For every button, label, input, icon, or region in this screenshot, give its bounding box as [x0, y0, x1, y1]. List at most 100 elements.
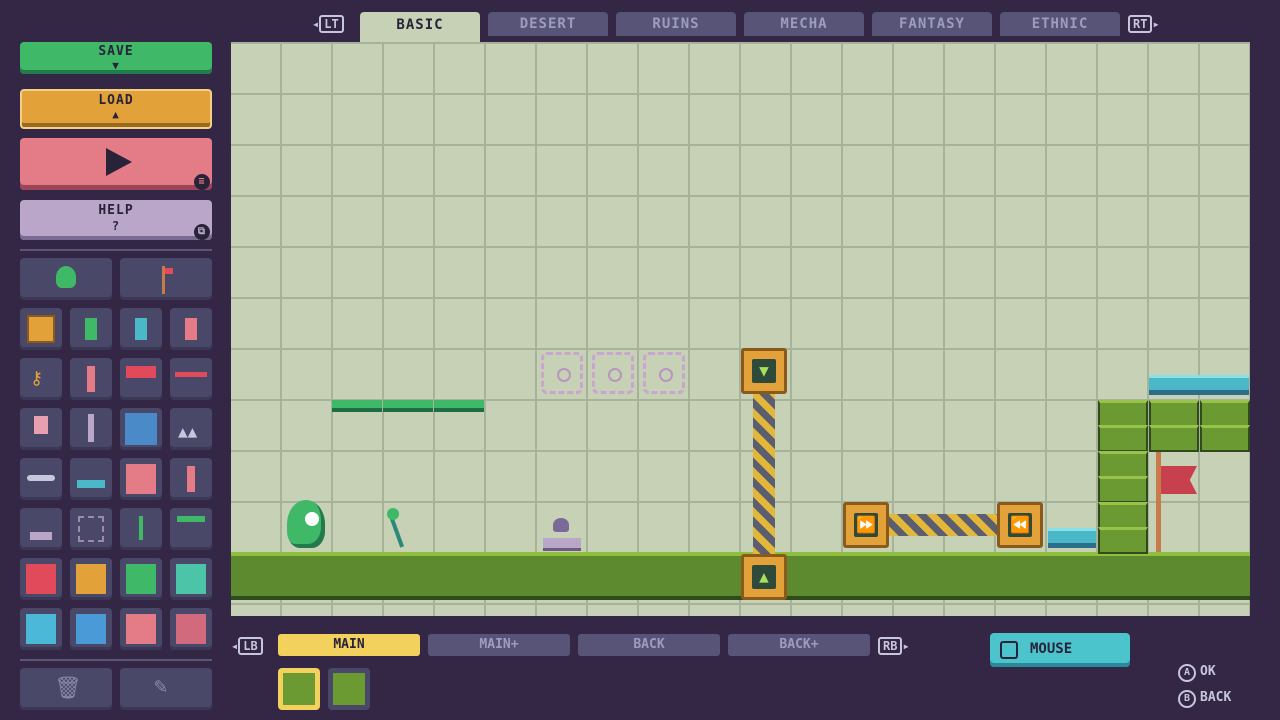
palette-red-sign[interactable]: [120, 358, 162, 400]
grass-brick: [1149, 400, 1199, 427]
layer-tab-back[interactable]: BACK: [578, 634, 720, 656]
palette-conveyor-crate[interactable]: [70, 558, 112, 600]
palette-pillar[interactable]: [70, 358, 112, 400]
layer-tab-back-plus[interactable]: BACK+: [728, 634, 870, 656]
green-jar-icon: [85, 318, 97, 340]
palette-fish[interactable]: [20, 458, 62, 500]
brick-tile-2-icon: [333, 673, 365, 705]
conveyor-crate-icon: [76, 564, 106, 594]
load-button[interactable]: LOAD ▲: [20, 89, 212, 129]
lt-button[interactable]: ◂ LT: [312, 15, 344, 33]
grass-brick: [1098, 425, 1148, 452]
palette-blue-trap[interactable]: [20, 608, 62, 650]
down-arrow-icon: ▼: [112, 59, 120, 72]
tab-desert[interactable]: DESERT: [488, 12, 608, 36]
checkbox-icon: [1000, 641, 1018, 659]
forward-icon: ⏩: [854, 513, 878, 537]
palette-pink-pillar[interactable]: [170, 458, 212, 500]
palette-red-robot[interactable]: [20, 558, 62, 600]
palette-lever[interactable]: [120, 508, 162, 550]
floor-button: [543, 538, 581, 551]
palette-spike-pink[interactable]: [20, 408, 62, 450]
save-button[interactable]: SAVE ▼: [20, 42, 212, 74]
layer-tab-main-plus[interactable]: MAIN+: [428, 634, 570, 656]
palette-cyan-pad[interactable]: [70, 458, 112, 500]
delete-button[interactable]: 🗑: [20, 668, 112, 710]
rewind-icon: ⏪: [1008, 513, 1032, 537]
tab-mecha[interactable]: MECHA: [744, 12, 864, 36]
play-icon: [106, 148, 132, 176]
blue-trap-2-icon: [76, 614, 106, 644]
question-icon: ?: [111, 219, 121, 233]
palette-green-jar[interactable]: [70, 308, 112, 350]
key-icon: ⚷: [30, 368, 44, 389]
pink-trap-icon: [126, 614, 156, 644]
palette-red-jar[interactable]: [170, 308, 212, 350]
lb-button[interactable]: ◂ LB: [231, 637, 263, 655]
palette-pink-trap-2[interactable]: [170, 608, 212, 650]
palette-ghost-block[interactable]: [70, 508, 112, 550]
lever-icon: [139, 516, 143, 540]
palette-blue-jar[interactable]: [120, 308, 162, 350]
palette-spike-purple[interactable]: [70, 408, 112, 450]
rt-button[interactable]: RT ▸: [1128, 15, 1160, 33]
red-strip-icon: [175, 372, 207, 377]
hint-ok: A OK: [1178, 664, 1216, 682]
spike-thin-icon: [88, 414, 94, 442]
palette-key[interactable]: ⚷: [20, 358, 62, 400]
help-button[interactable]: HELP ? ⧉: [20, 200, 212, 240]
green-platform-icon: [177, 516, 205, 522]
up-arrow-icon: ▲: [112, 108, 120, 121]
rb-button[interactable]: RB ▸: [878, 637, 910, 655]
tab-ethnic[interactable]: ETHNIC: [1000, 12, 1120, 36]
eraser-button[interactable]: ✎: [120, 668, 212, 710]
palette-blue-trap-2[interactable]: [70, 608, 112, 650]
palette-teal-trap[interactable]: [170, 558, 212, 600]
goal-flag-pole: [1156, 452, 1161, 552]
red-jar-icon: [185, 318, 197, 340]
goal-flag-icon: [1161, 466, 1197, 494]
piston-right-crate: ⏪: [997, 502, 1043, 548]
palette-pink-trap[interactable]: [120, 608, 162, 650]
ghost-block: [592, 352, 634, 394]
palette-red-strip[interactable]: [170, 358, 212, 400]
grass-brick: [1200, 425, 1250, 452]
blue-trap-icon: [26, 614, 56, 644]
palette-door[interactable]: [120, 408, 162, 450]
palette-flag[interactable]: [120, 258, 212, 300]
b-button-icon: B: [1178, 690, 1196, 708]
tab-ruins[interactable]: RUINS: [616, 12, 736, 36]
flag-cloth-icon: [165, 268, 173, 274]
pillar-icon: [87, 366, 95, 392]
palette-player[interactable]: [20, 258, 112, 300]
pink-trap-2-icon: [176, 614, 206, 644]
green-trap-icon: [126, 564, 156, 594]
tile-option-selected[interactable]: [278, 668, 320, 710]
palette-pink-block[interactable]: [120, 458, 162, 500]
player-icon: [56, 266, 76, 288]
layer-tab-main[interactable]: MAIN: [278, 634, 420, 656]
pink-block-icon: [126, 464, 156, 494]
palette-button[interactable]: [20, 508, 62, 550]
palette-green-platform[interactable]: [170, 508, 212, 550]
player-eye-icon: [305, 512, 319, 526]
play-button[interactable]: ≡: [20, 138, 212, 190]
crate-icon: [27, 315, 55, 343]
teal-trap-icon: [176, 564, 206, 594]
cyan-pad-icon: [77, 480, 105, 488]
tab-fantasy[interactable]: FANTASY: [872, 12, 992, 36]
palette-green-trap[interactable]: [120, 558, 162, 600]
level-grid[interactable]: ▼ ▲ ⏩ ⏪: [231, 42, 1250, 616]
tile-option[interactable]: [328, 668, 370, 710]
tab-basic[interactable]: BASIC: [360, 12, 480, 42]
grass-brick: [1200, 400, 1250, 427]
ghost-block: [541, 352, 583, 394]
grass-brick: [1098, 502, 1148, 529]
palette-spikes[interactable]: ▲▲: [170, 408, 212, 450]
green-platform: [332, 400, 382, 412]
spikes-icon: ▲▲: [178, 422, 198, 441]
mouse-mode-button[interactable]: MOUSE: [990, 633, 1130, 667]
grass-brick: [1098, 400, 1148, 427]
divider: [20, 659, 212, 661]
palette-crate[interactable]: [20, 308, 62, 350]
